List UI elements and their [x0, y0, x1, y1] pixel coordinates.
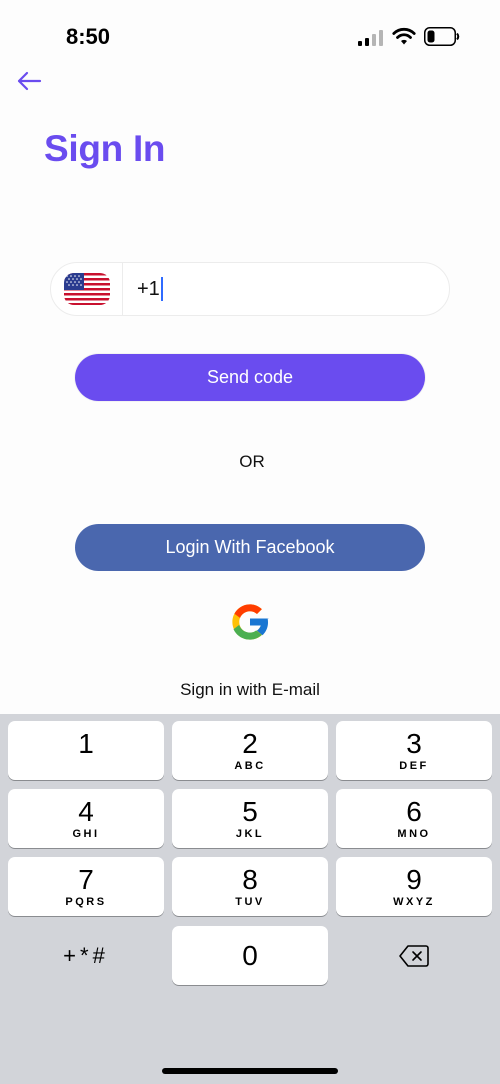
key-digit: 5: [242, 795, 258, 827]
backspace-icon: [399, 944, 429, 967]
key-digit: 8: [242, 863, 258, 895]
phone-input[interactable]: +1: [137, 277, 163, 301]
status-bar: 8:50: [0, 0, 500, 70]
key-letters: DEF: [399, 759, 429, 772]
key-digit: 7: [78, 863, 94, 895]
battery-icon: [424, 27, 460, 46]
us-flag-icon: [63, 273, 110, 305]
google-logo-icon: [232, 604, 269, 640]
page-title: Sign In: [44, 128, 166, 169]
arrow-left-icon: [17, 71, 42, 91]
key-9[interactable]: 9 WXYZ: [336, 857, 492, 916]
key-1[interactable]: 1: [8, 721, 164, 780]
key-0[interactable]: 0: [172, 926, 328, 985]
key-digit: 9: [406, 863, 422, 895]
key-letters: MNO: [397, 827, 431, 840]
key-5[interactable]: 5 JKL: [172, 789, 328, 848]
key-symbols[interactable]: +*#: [8, 926, 164, 985]
key-digit: 3: [406, 727, 422, 759]
key-3[interactable]: 3 DEF: [336, 721, 492, 780]
key-letters: WXYZ: [393, 895, 435, 908]
google-login-button[interactable]: [226, 598, 274, 646]
key-digit: 1: [78, 727, 94, 759]
key-digit: 6: [406, 795, 422, 827]
phone-number-field[interactable]: +1: [50, 262, 450, 316]
key-letters: PQRS: [65, 895, 107, 908]
email-signin-link[interactable]: Sign in with E-mail: [0, 680, 500, 700]
key-6[interactable]: 6 MNO: [336, 789, 492, 848]
key-digit: 2: [242, 727, 258, 759]
key-4[interactable]: 4 GHI: [8, 789, 164, 848]
back-button[interactable]: [14, 66, 44, 96]
key-letters: GHI: [72, 827, 100, 840]
country-selector[interactable]: [51, 263, 123, 315]
key-letters: ABC: [234, 759, 266, 772]
key-7[interactable]: 7 PQRS: [8, 857, 164, 916]
key-delete[interactable]: [336, 926, 492, 985]
key-digit: 4: [78, 795, 94, 827]
key-letters: TUV: [235, 895, 265, 908]
key-digit: 0: [242, 939, 258, 971]
or-divider-label: OR: [239, 452, 265, 471]
key-8[interactable]: 8 TUV: [172, 857, 328, 916]
numeric-keyboard: 1 2 ABC 3 DEF 4 GHI 5 JKL 6 MNO 7 PQRS 8…: [0, 714, 500, 1084]
text-caret: [160, 277, 163, 301]
facebook-login-button[interactable]: Login With Facebook: [75, 524, 425, 571]
key-2[interactable]: 2 ABC: [172, 721, 328, 780]
phone-input-value: +1: [137, 277, 160, 300]
wifi-icon: [392, 27, 416, 45]
status-time: 8:50: [66, 24, 111, 49]
home-indicator: [162, 1068, 338, 1074]
key-letters: JKL: [235, 827, 265, 840]
signal-icon: [358, 30, 383, 46]
send-code-button[interactable]: Send code: [75, 354, 425, 401]
